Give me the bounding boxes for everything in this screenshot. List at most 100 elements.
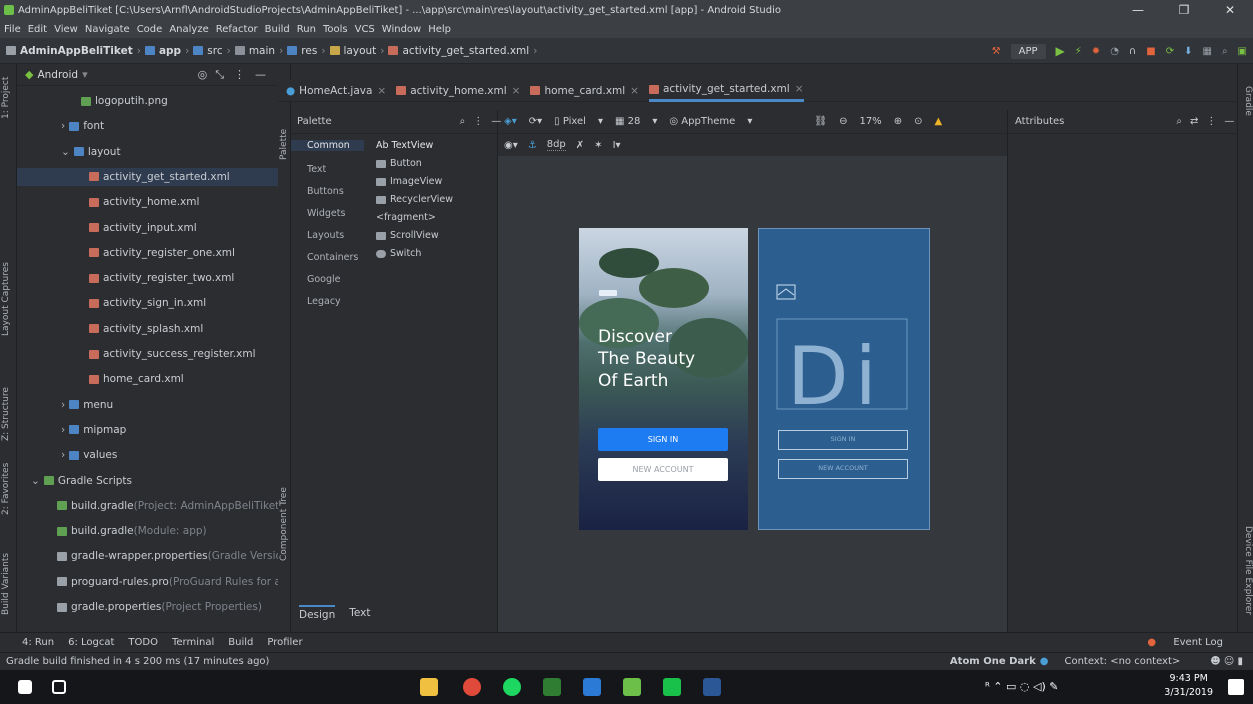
palette-category-common[interactable]: Common — [291, 140, 364, 151]
palette-category-google[interactable]: Google — [307, 274, 341, 285]
guidelines-icon[interactable]: Ι▾ — [613, 140, 621, 151]
run-icon[interactable]: ▶ — [1056, 44, 1065, 58]
chevron-down-icon[interactable]: ▾ — [82, 68, 88, 81]
search-icon[interactable]: ⌕ — [1176, 116, 1182, 127]
menu-build[interactable]: Build — [265, 24, 290, 35]
menu-refactor[interactable]: Refactor — [216, 24, 258, 35]
blueprint-preview[interactable]: Di — [758, 228, 930, 530]
tree-item[interactable]: build.gradle (Project: AdminAppBeliTiket — [17, 497, 279, 515]
infer-constraints-icon[interactable]: ✶ — [594, 140, 602, 151]
preview-new-account-button[interactable]: NEW ACCOUNT — [598, 458, 728, 481]
search-icon[interactable]: ⌕ — [1222, 46, 1228, 57]
palette-category-text[interactable]: Text — [307, 164, 326, 175]
target-icon[interactable]: ◎ — [198, 68, 208, 81]
context-indicator[interactable]: Context: <no context> — [1064, 656, 1180, 667]
tree-item[interactable]: home_card.xml — [17, 370, 184, 388]
breadcrumb-app[interactable]: app — [159, 45, 181, 57]
menu-vcs[interactable]: VCS — [355, 24, 375, 35]
chevron-down-icon[interactable]: ⌄ — [61, 146, 70, 158]
maximize-button[interactable]: ❐ — [1161, 3, 1207, 17]
view-options-icon[interactable]: ◉▾ — [504, 140, 518, 151]
tool-todo[interactable]: TODO — [128, 637, 158, 648]
debug-icon[interactable]: ✹ — [1092, 46, 1100, 57]
taskbar-clock[interactable]: 9:43 PM 3/31/2019 — [1164, 672, 1213, 700]
tool-run[interactable]: 4: Run — [22, 637, 54, 648]
tree-item[interactable]: activity_sign_in.xml — [17, 294, 206, 312]
chrome-icon[interactable] — [463, 678, 481, 696]
file-explorer-icon[interactable] — [420, 678, 438, 696]
link-icon[interactable]: ⛓ — [814, 116, 827, 127]
menu-view[interactable]: View — [54, 24, 78, 35]
tool-device-file-explorer[interactable]: Device File Explorer — [1239, 526, 1253, 626]
chevron-right-icon[interactable]: › — [61, 399, 65, 411]
stop-icon[interactable]: ■ — [1146, 46, 1155, 57]
menu-file[interactable]: File — [4, 24, 21, 35]
palette-item-scrollview[interactable]: ScrollView — [376, 230, 439, 241]
structure-icon[interactable]: ▦ — [1202, 46, 1211, 57]
hide-icon[interactable]: — — [255, 68, 266, 81]
menu-tools[interactable]: Tools — [323, 24, 348, 35]
palette-category-buttons[interactable]: Buttons — [307, 186, 344, 197]
run-config-select[interactable]: APP — [1010, 43, 1046, 59]
tree-item[interactable]: build.gradle (Module: app) — [17, 522, 207, 540]
tree-item[interactable]: activity_success_register.xml — [17, 345, 256, 363]
chevron-right-icon[interactable]: › — [61, 424, 65, 436]
breadcrumb-file[interactable]: activity_get_started.xml — [402, 45, 529, 57]
palette-category-widgets[interactable]: Widgets — [307, 208, 345, 219]
android-studio-icon[interactable] — [623, 678, 641, 696]
breadcrumb-src[interactable]: src — [207, 45, 222, 57]
menu-window[interactable]: Window — [382, 24, 421, 35]
preview-sign-in-button[interactable]: SIGN IN — [598, 428, 728, 451]
close-tab-icon[interactable]: × — [512, 85, 521, 97]
tree-item[interactable]: › font — [17, 117, 104, 135]
tree-item[interactable]: activity_register_one.xml — [17, 244, 235, 262]
minimize-button[interactable]: — — [1115, 3, 1161, 17]
tab-homeact[interactable]: ● HomeAct.java × — [286, 80, 386, 102]
tool-profiler[interactable]: Profiler — [267, 637, 302, 648]
vscode-icon[interactable] — [583, 678, 601, 696]
zoom-in-icon[interactable]: ⊕ — [894, 116, 902, 127]
tree-item[interactable]: activity_home.xml — [17, 193, 199, 211]
orientation-icon[interactable]: ⟳▾ — [529, 116, 542, 127]
apply-changes-icon[interactable]: ⚡ — [1075, 46, 1082, 57]
status-message[interactable]: Gradle build finished in 4 s 200 ms (17 … — [6, 656, 269, 667]
spotify-icon[interactable] — [503, 678, 521, 696]
palette-category-layouts[interactable]: Layouts — [307, 230, 344, 241]
design-canvas[interactable] — [498, 156, 1007, 632]
breadcrumb-main[interactable]: main — [249, 45, 275, 57]
palette-item-button[interactable]: Button — [376, 158, 422, 169]
tool-favorites[interactable]: 2: Favorites — [1, 454, 16, 524]
tool-layout-captures[interactable]: Layout Captures — [1, 254, 16, 344]
tool-gradle[interactable]: Gradle — [1239, 86, 1253, 126]
sdk-manager-icon[interactable]: ⬇ — [1184, 46, 1192, 57]
palette-item-textview[interactable]: Ab TextView — [376, 140, 433, 151]
breadcrumb-layout[interactable]: layout — [344, 45, 377, 57]
close-tab-icon[interactable]: × — [795, 83, 804, 95]
tray-icons[interactable]: ᴿ ⌃ ▭ ◌ ◁) ✎ — [985, 680, 1058, 693]
chevron-right-icon[interactable]: › — [61, 120, 65, 132]
zoom-out-icon[interactable]: ⊖ — [839, 116, 847, 127]
menu-run[interactable]: Run — [297, 24, 316, 35]
tree-item[interactable]: gradle-wrapper.properties (Gradle Versio — [17, 547, 282, 565]
project-view-select[interactable]: Android — [37, 69, 78, 81]
tree-item[interactable]: activity_get_started.xml — [17, 167, 278, 186]
profile-icon[interactable]: ◔ — [1110, 46, 1119, 57]
palette-item-imageview[interactable]: ImageView — [376, 176, 442, 187]
tab-text[interactable]: Text — [349, 607, 370, 619]
blueprint-sign-in-button[interactable]: SIGN IN — [778, 430, 908, 450]
layers-icon[interactable]: ◈▾ — [504, 116, 517, 127]
tree-item[interactable]: activity_splash.xml — [17, 320, 203, 338]
blueprint-new-account-button[interactable]: NEW ACCOUNT — [778, 459, 908, 479]
tree-item[interactable]: gradle.properties (Project Properties) — [17, 598, 262, 616]
tool-project[interactable]: 1: Project — [1, 68, 16, 128]
tree-item[interactable]: activity_input.xml — [17, 219, 197, 237]
tool-build-variants[interactable]: Build Variants — [1, 544, 16, 624]
menu-help[interactable]: Help — [428, 24, 451, 35]
search-icon[interactable]: ⌕ — [460, 116, 466, 127]
zoom-fit-icon[interactable]: ⊙ — [914, 116, 922, 127]
theme-select[interactable]: ◎ AppTheme ▾ — [669, 116, 752, 127]
menu-edit[interactable]: Edit — [28, 24, 47, 35]
word-icon[interactable] — [703, 678, 721, 696]
chevron-right-icon[interactable]: › — [61, 449, 65, 461]
tool-terminal[interactable]: Terminal — [172, 637, 214, 648]
